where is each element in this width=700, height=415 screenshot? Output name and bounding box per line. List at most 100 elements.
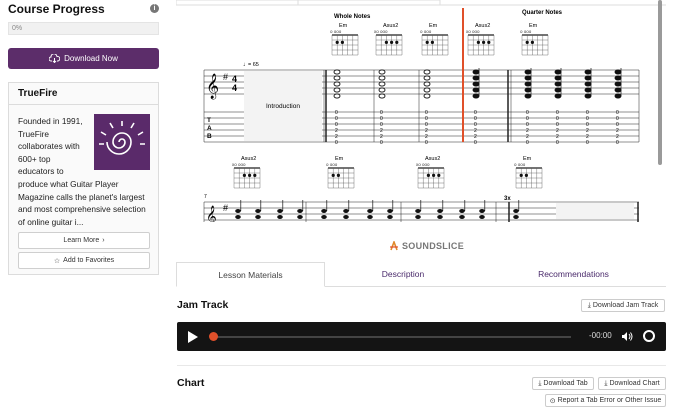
download-jam-track-label: Download Jam Track xyxy=(592,302,659,309)
chord-diagram: Asus2xo ooo xyxy=(374,23,403,56)
tab-digit: 0 xyxy=(474,140,477,146)
download-jam-track-button[interactable]: ⤓ Download Jam Track xyxy=(581,299,665,312)
outro-block xyxy=(556,203,634,219)
notation-viewer[interactable]: Whole Notes Quarter Notes Em o ooo Asus2 xo… xyxy=(176,0,666,222)
chart-title: Chart xyxy=(177,377,205,389)
note-cluster xyxy=(235,200,242,219)
tab-clef: T xyxy=(207,117,211,124)
download-tab-label: Download Tab xyxy=(543,380,588,387)
download-chart-label: Download Chart xyxy=(609,380,660,387)
download-now-label: Download Now xyxy=(64,54,118,63)
time-remaining: -00:00 xyxy=(589,331,612,340)
note-cluster: 000220 xyxy=(423,69,431,146)
notes-row-2 xyxy=(235,200,520,219)
jam-track-title: Jam Track xyxy=(177,299,229,311)
tab-digit: 0 xyxy=(425,140,428,146)
string-markers: xo ooo xyxy=(232,162,246,167)
key-signature: # xyxy=(223,203,228,213)
tab-digit: 0 xyxy=(586,140,589,146)
tab-digit: 0 xyxy=(556,140,559,146)
string-markers: xo ooo xyxy=(374,29,388,34)
note-cluster xyxy=(437,200,444,219)
cloud-download-icon xyxy=(49,54,61,63)
chord-diagrams-row-1: Emo ooo Asus2xo ooo Emo ooo Asus2xo ooo Emo … xyxy=(330,23,549,56)
description-line: educators to xyxy=(18,166,64,177)
string-markers: o ooo xyxy=(420,29,432,34)
chord-diagram: Emo ooo xyxy=(420,23,449,56)
notes-row-1: 000220 000220 000220 000220 000220 000220 0002… xyxy=(333,68,622,146)
course-progress-title: Course Progress xyxy=(8,2,105,16)
sheet-music: Whole Notes Quarter Notes Emo oooAsus2xo… xyxy=(176,0,666,222)
key-signature: # xyxy=(223,72,228,82)
learn-more-button[interactable]: Learn More › xyxy=(18,232,150,249)
soundslice-label: SOUNDSLICE xyxy=(402,241,465,251)
description-line: 600+ top xyxy=(18,153,51,164)
soundslice-brand: SOUNDSLICE xyxy=(389,241,464,251)
note-cluster xyxy=(415,200,422,219)
tab-clef: A xyxy=(207,125,212,132)
tab-recommendations[interactable]: Recommendations xyxy=(481,262,666,287)
download-icon: ⤓ xyxy=(587,301,591,309)
string-markers: o ooo xyxy=(330,29,342,34)
description-line: of online guitar i... xyxy=(18,216,84,227)
chord-diagram: Asus2xo ooo xyxy=(232,156,261,189)
play-icon[interactable] xyxy=(188,331,198,343)
note-cluster: 000220 xyxy=(333,69,341,146)
tab-lesson-materials[interactable]: Lesson Materials xyxy=(176,262,325,287)
string-markers: o ooo xyxy=(326,162,338,167)
note-cluster: 000220 xyxy=(554,68,562,146)
description-line: Founded in 1991, xyxy=(18,116,83,126)
time-signature: 4 xyxy=(232,83,237,93)
note-cluster xyxy=(479,200,486,219)
note-cluster xyxy=(255,200,262,219)
tab-digit: 0 xyxy=(616,140,619,146)
info-icon[interactable]: i xyxy=(150,4,159,13)
star-icon: ☆ xyxy=(53,257,61,265)
description-line: produce what Guitar Player xyxy=(18,178,119,189)
tab-digit: 0 xyxy=(335,140,338,146)
tab-description[interactable]: Description xyxy=(325,262,481,287)
chord-diagram: Emo ooo xyxy=(514,156,543,189)
seek-bar[interactable] xyxy=(213,336,571,338)
description-line: TrueFire xyxy=(18,128,50,139)
notation-scrollbar[interactable] xyxy=(658,0,662,165)
soundslice-logo-icon xyxy=(390,241,398,251)
note-cluster: 000220 xyxy=(472,68,480,146)
chord-diagram: Asus2xo ooo xyxy=(466,23,495,56)
string-markers: xo ooo xyxy=(416,162,430,167)
measure-number: 7 xyxy=(204,194,207,200)
progress-bar: 0% xyxy=(8,22,159,35)
speed-icon[interactable] xyxy=(643,330,655,342)
progress-text: 0% xyxy=(12,25,23,32)
volume-icon[interactable] xyxy=(621,331,633,342)
report-issue-label: Report a Tab Error or Other Issue xyxy=(557,397,662,404)
tempo-value: = 65 xyxy=(248,62,259,68)
note-cluster xyxy=(297,200,304,219)
report-issue-button[interactable]: ⊙ Report a Tab Error or Other Issue xyxy=(545,394,666,407)
download-icon: ⤓ xyxy=(604,379,608,387)
download-icon: ⤓ xyxy=(538,379,542,387)
add-to-favorites-label: Add to Favorites xyxy=(63,257,115,264)
truefire-card: TrueFire Founded in 1991, TrueFire colla… xyxy=(8,82,159,275)
download-tab-button[interactable]: ⤓ Download Tab xyxy=(532,377,594,390)
warning-icon: ⊙ xyxy=(549,397,556,405)
string-markers: xo ooo xyxy=(466,29,480,34)
section-divider xyxy=(177,365,666,366)
chord-diagram: Emo ooo xyxy=(520,23,549,56)
chord-diagram: Asus2xo ooo xyxy=(416,156,445,189)
seek-knob[interactable] xyxy=(209,332,218,341)
download-chart-button[interactable]: ⤓ Download Chart xyxy=(598,377,666,390)
top-tab-fragment xyxy=(176,0,299,6)
tab-clef: B xyxy=(207,133,212,140)
section-quarter-notes: Quarter Notes xyxy=(522,10,563,16)
string-markers: o ooo xyxy=(520,29,532,34)
download-now-button[interactable]: Download Now xyxy=(8,48,159,69)
description-line: and most comprehensive selection xyxy=(18,204,146,215)
chord-diagram: Emo ooo xyxy=(326,156,355,189)
chord-diagrams-row-2: Asus2xo ooo Emo ooo Asus2xo ooo Emo ooo xyxy=(232,156,543,189)
note-cluster: 000220 xyxy=(584,68,592,146)
add-to-favorites-button[interactable]: ☆ Add to Favorites xyxy=(18,252,150,269)
note-cluster xyxy=(387,200,394,219)
chevron-right-icon: › xyxy=(102,237,105,244)
playhead[interactable] xyxy=(462,8,464,142)
